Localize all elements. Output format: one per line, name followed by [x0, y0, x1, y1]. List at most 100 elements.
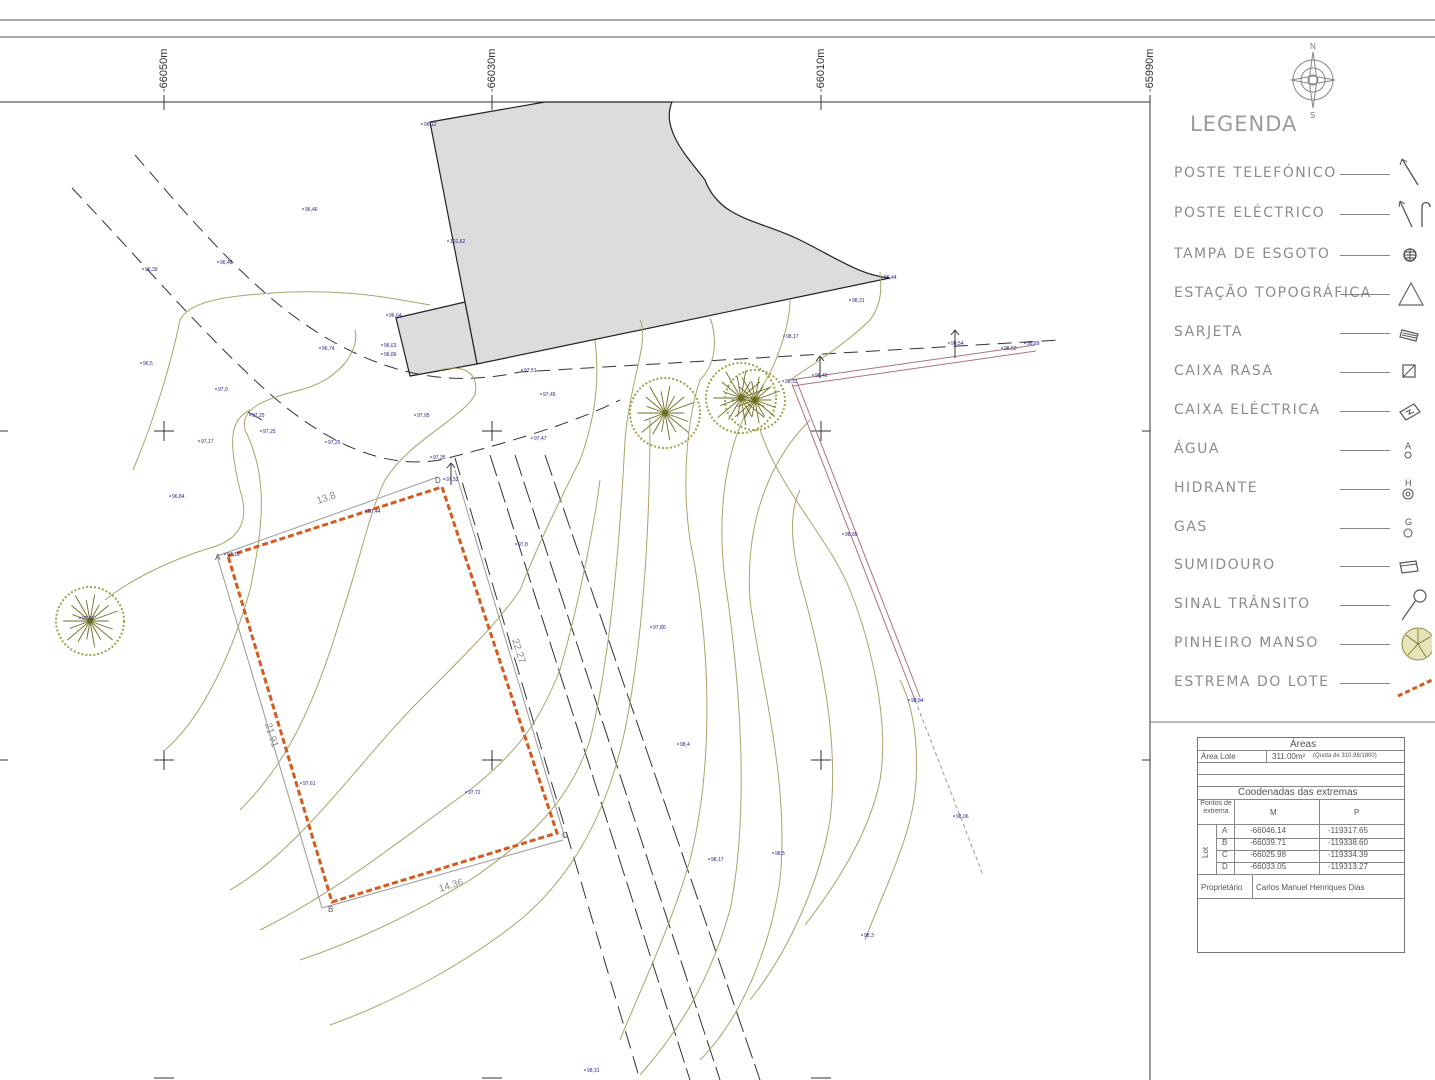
- coord-cell-m: -66025.98: [1250, 850, 1287, 859]
- spot-height-label: 98,31: [587, 1068, 600, 1074]
- spot-height-marker: [319, 347, 321, 349]
- spot-height-label: 98,84: [911, 698, 924, 704]
- legend-item-label: POSTE TELEFÓNICO: [1174, 165, 1337, 181]
- electric-line: [789, 344, 1037, 876]
- hydrant-icon: H: [1396, 472, 1432, 506]
- legend-item: SUMIDOURO: [1174, 555, 1434, 579]
- sewer-cover-icon: [1396, 238, 1432, 272]
- coord-cell-m: -66039.71: [1250, 838, 1287, 847]
- legend-leader-line: [1340, 255, 1390, 256]
- spot-height-label: 98,5: [775, 851, 785, 857]
- coord-label-4: -65990m: [1144, 48, 1156, 92]
- spot-height-label: 96,84: [172, 494, 185, 500]
- legend-leader-line: [1340, 644, 1390, 645]
- gas-icon: G: [1396, 511, 1432, 545]
- legend-leader-line: [1340, 214, 1390, 215]
- area-note: (Quota de 310.98/1800): [1313, 753, 1377, 759]
- south-label: S: [1310, 111, 1315, 120]
- legend-item-label: ESTREMA DO LOTE: [1174, 674, 1330, 690]
- spot-height-marker: [1024, 342, 1026, 344]
- legend-item: ESTAÇÃO TOPOGRÁFICA: [1174, 281, 1434, 307]
- spot-height-label: 98,4: [680, 742, 690, 748]
- spot-height-marker: [430, 456, 432, 458]
- spot-height-label: 98,53: [1004, 346, 1017, 352]
- legend-item-label: HIDRANTE: [1174, 480, 1259, 496]
- spot-height-marker: [215, 388, 217, 390]
- spot-height-marker: [79, 617, 81, 619]
- svg-text:A: A: [1405, 441, 1413, 451]
- legend-item-label: SUMIDOURO: [1174, 557, 1276, 573]
- p-column-header: P: [1354, 808, 1360, 817]
- coord-cell-m: -66033.05: [1250, 862, 1287, 871]
- spot-height-label: 96,12: [424, 122, 437, 128]
- spot-height-label: 97,05: [417, 413, 430, 419]
- area-lote-value: 311.00m²: [1272, 752, 1306, 761]
- legend-item-label: SARJETA: [1174, 324, 1243, 340]
- legend-item: POSTE ELÉCTRICO: [1174, 200, 1434, 228]
- legend-item: GAS G: [1174, 517, 1434, 541]
- spot-height-label: 101,62: [450, 239, 466, 245]
- spot-height-marker: [584, 1069, 586, 1071]
- legend-item-label: CAIXA RASA: [1174, 363, 1274, 379]
- legend-item-label: ÁGUA: [1174, 441, 1221, 457]
- owner-value: Carlos Manuel Henriques Dias: [1256, 883, 1365, 892]
- spot-height-marker: [325, 441, 327, 443]
- spot-height-label: 96,64: [389, 313, 402, 319]
- dimension-label-bottom: 14.36: [438, 877, 466, 895]
- spot-height-label: 97,13: [227, 552, 240, 558]
- spot-height-marker: [531, 437, 533, 439]
- building-annex: [395, 301, 478, 377]
- area-lote-label: Área Lote: [1201, 752, 1236, 761]
- svg-text:G: G: [1405, 517, 1414, 527]
- spot-height-label: 97,80: [653, 625, 666, 631]
- spot-height-marker: [198, 440, 200, 442]
- legend-leader-line: [1340, 294, 1390, 295]
- spot-height-marker: [414, 414, 416, 416]
- spot-height-label: 98,46: [815, 373, 828, 379]
- spot-height-label: 98,06: [956, 814, 969, 820]
- coords-header: Coodenadas das extremas: [1238, 787, 1358, 798]
- telephone-pole-icon: [1396, 157, 1432, 191]
- spot-height-marker: [540, 393, 542, 395]
- svg-text:H: H: [1405, 478, 1413, 488]
- stone-pine-trees: [55, 362, 786, 656]
- coord-cell-p: -119334.39: [1328, 850, 1368, 859]
- spot-height-marker: [842, 533, 844, 535]
- m-column-header: M: [1270, 808, 1277, 817]
- spot-height-marker: [515, 543, 517, 545]
- spot-height-marker: [386, 314, 388, 316]
- legend-item: ÁGUA A: [1174, 439, 1434, 463]
- legend-item-label: TAMPA DE ESGOTO: [1174, 246, 1331, 262]
- legend-leader-line: [1340, 333, 1390, 334]
- stone-pine-tree: [629, 377, 701, 449]
- spot-height-label: 97,17: [201, 439, 214, 445]
- spot-height-label: 98,89: [1027, 341, 1040, 347]
- points-column-header: Pontos de extrema: [1200, 800, 1232, 815]
- spot-height-marker: [381, 344, 383, 346]
- spot-height-label: 98,3: [864, 933, 874, 939]
- legend-item: HIDRANTE H: [1174, 478, 1434, 502]
- spot-height-label: 96,44: [884, 275, 897, 281]
- spot-height-marker: [861, 934, 863, 936]
- traffic-sign-icon: [1396, 588, 1432, 622]
- spot-height-label: 97,25: [328, 440, 341, 446]
- spot-height-marker: [708, 858, 710, 860]
- lot-group-label: Lot: [1201, 846, 1210, 858]
- spot-height-label: 97,72: [468, 790, 481, 796]
- spot-height-marker: [465, 791, 467, 793]
- spot-height-marker: [365, 510, 367, 512]
- spot-height-label: 97,8: [518, 542, 528, 548]
- survey-station-icon: [1396, 277, 1432, 311]
- legend-item-label: CAIXA ELÉCTRICA: [1174, 402, 1321, 418]
- spot-height-label: 98,17: [786, 334, 799, 340]
- grid-crosses: [154, 421, 831, 1079]
- legend-leader-line: [1340, 450, 1390, 451]
- legend-item: SARJETA: [1174, 322, 1434, 346]
- spot-height-marker: [300, 782, 302, 784]
- electric-pole-icon: [1396, 197, 1432, 231]
- spot-height-marker: [881, 276, 883, 278]
- spot-height-label: 96,74: [322, 346, 335, 352]
- spot-height-label: 97,51: [524, 368, 537, 374]
- electric-box-icon: [1396, 394, 1432, 428]
- legend-item: POSTE TELEFÓNICO: [1174, 158, 1434, 187]
